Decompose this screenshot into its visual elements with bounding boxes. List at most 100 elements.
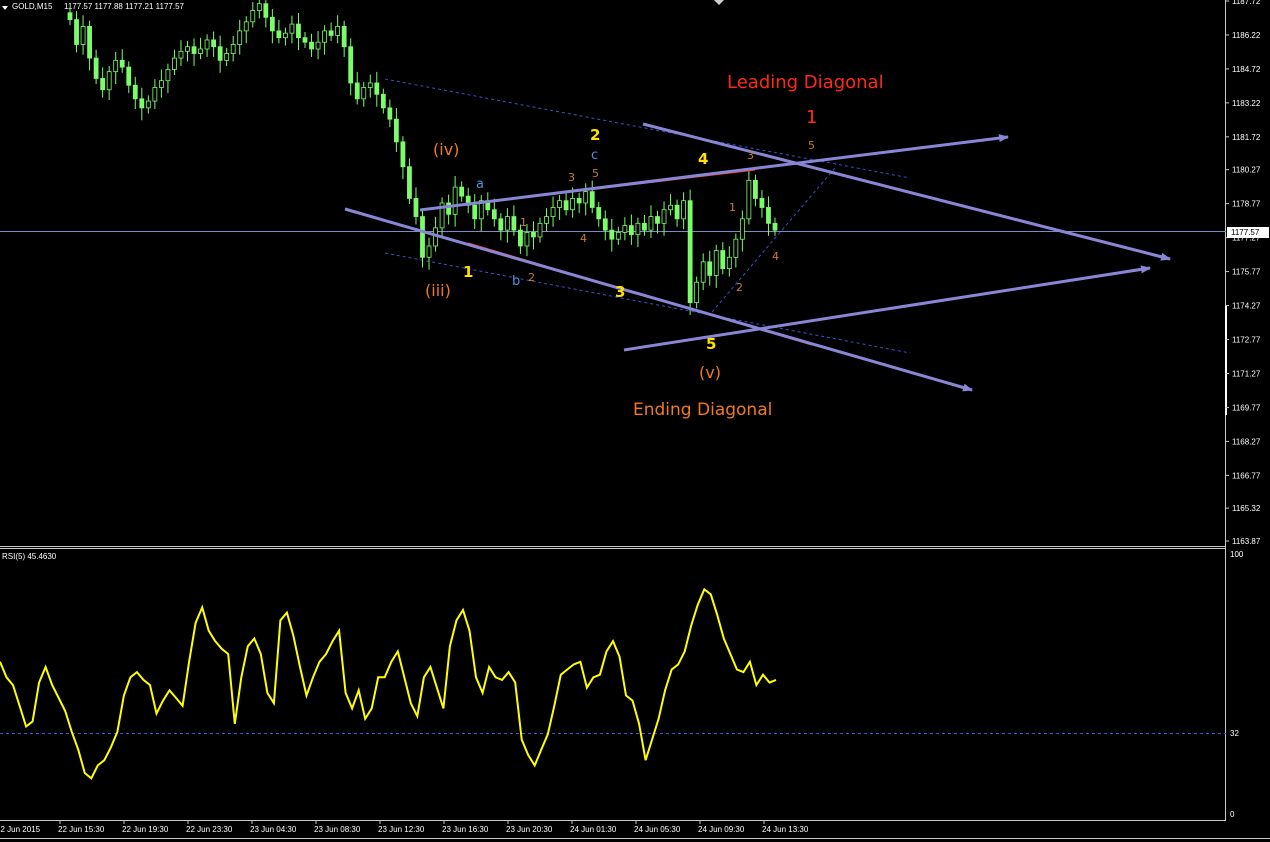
candle-body <box>269 16 275 32</box>
time-tick-label: 24 Jun 01:30 <box>570 825 617 834</box>
candle-body <box>713 250 719 276</box>
candle-body <box>335 25 341 36</box>
candle-body <box>380 93 386 109</box>
candle-body <box>400 141 406 168</box>
price-tick-label: 1169.77 <box>1232 403 1261 412</box>
price-tick-label: 1171.27 <box>1232 369 1261 378</box>
candle-body <box>185 46 190 52</box>
sub-wave-1-label: 1 <box>520 216 527 229</box>
candle-body <box>283 32 288 39</box>
lead-sub-wave-1-label: 1 <box>729 201 736 214</box>
time-tick-label: 24 Jun 13:30 <box>762 825 809 834</box>
candle-body <box>87 25 92 59</box>
candle-body <box>152 87 158 102</box>
candle-body <box>772 222 778 231</box>
candle-body <box>393 118 399 143</box>
leading-diagonal-label: Leading Diagonal <box>727 72 884 93</box>
lead-sub-wave-4-label: 4 <box>772 250 779 263</box>
candle-body <box>80 25 86 45</box>
price-tick-label: 1175.77 <box>1232 268 1261 277</box>
candle-body <box>491 209 497 220</box>
candle-body <box>211 39 217 48</box>
candle-body <box>739 218 745 240</box>
candle-body <box>106 71 112 91</box>
candle-body <box>374 82 380 95</box>
candle-body <box>746 179 752 220</box>
wave-v-label: (v) <box>699 363 721 382</box>
wave-y1-label: 1 <box>463 263 473 281</box>
candle-body <box>224 53 230 61</box>
candle-body <box>328 30 334 36</box>
candle-body <box>367 82 373 88</box>
sub-wave-2-label: 2 <box>528 271 535 284</box>
time-tick-label: 23 Jun 04:30 <box>250 825 297 834</box>
gold-chart[interactable]: GOLD,M15 1177.57 1177.88 1177.21 1177.57… <box>0 0 1270 842</box>
time-tick-label: 22 Jun 2015 <box>0 825 41 834</box>
candle-body <box>766 207 771 224</box>
price-tick-label: 1172.77 <box>1232 335 1261 344</box>
price-tick-label: 1163.87 <box>1232 537 1261 546</box>
upper-trend-arrow[interactable] <box>419 134 1009 212</box>
candle-body <box>158 80 164 88</box>
rsi-label: RSI(5) 45.4630 <box>2 552 57 561</box>
time-tick-label: 22 Jun 23:30 <box>186 825 233 834</box>
candle-body <box>237 30 243 45</box>
candle-body <box>172 57 177 70</box>
candle-body <box>67 12 73 20</box>
candle-body <box>609 229 615 240</box>
candle-body <box>165 68 171 82</box>
candle-body <box>145 100 151 109</box>
time-tick-label: 24 Jun 05:30 <box>634 825 681 834</box>
wave-c-label: c <box>591 148 598 163</box>
symbol-label: GOLD,M15 <box>12 2 53 11</box>
candle-body <box>178 50 184 59</box>
time-tick-label: 23 Jun 08:30 <box>314 825 361 834</box>
sub-wave-5-label: 5 <box>592 167 599 180</box>
candle-body <box>217 46 223 61</box>
candle-body <box>726 256 732 270</box>
candle-body <box>354 82 360 100</box>
candle-body <box>74 19 79 45</box>
price-tick-label: 1166.77 <box>1232 471 1261 480</box>
candle-body <box>753 179 758 199</box>
ending-diagonal-label: Ending Diagonal <box>633 400 772 420</box>
candle-body <box>550 207 556 217</box>
candle-body <box>426 245 432 258</box>
candle-body <box>263 3 269 18</box>
candle-body <box>100 78 106 91</box>
candle-body <box>537 222 543 238</box>
time-tick-label: 22 Jun 19:30 <box>122 825 169 834</box>
upper-dashed-channel <box>384 78 911 179</box>
time-axis: 22 Jun 2015 22 Jun 15:30 22 Jun 19:30 22 Ju… <box>0 820 809 834</box>
candle-body <box>322 30 327 43</box>
time-tick-label: 24 Jun 09:30 <box>698 825 745 834</box>
menu-triangle-icon[interactable] <box>2 6 8 10</box>
lead-sub-wave-3-label: 3 <box>747 149 754 162</box>
candle-body <box>720 250 726 270</box>
shift-marker-icon[interactable] <box>714 0 724 5</box>
time-tick-label: 22 Jun 15:30 <box>58 825 105 834</box>
candle-body <box>563 200 569 211</box>
price-tick-label: 1186.22 <box>1232 31 1261 40</box>
candle-body <box>348 46 354 84</box>
rsi-axis-32: 32 <box>1230 729 1239 738</box>
candle-body <box>361 87 367 100</box>
lead-sub-wave-2-label: 2 <box>736 281 743 294</box>
wave-y3-label: 3 <box>615 283 625 301</box>
rsi-axis-100: 100 <box>1230 550 1244 559</box>
ohlc-label: 1177.57 1177.88 1177.21 1177.57 <box>64 2 185 11</box>
rsi-line <box>0 587 777 780</box>
candle-body <box>119 59 125 68</box>
candle-body <box>498 218 504 231</box>
wave-y5-label: 5 <box>706 335 716 353</box>
price-tick-label: 1180.27 <box>1232 166 1261 175</box>
rsi-axis-0: 0 <box>1230 810 1235 819</box>
candle-body <box>132 84 138 100</box>
candle-body <box>341 25 347 48</box>
candle-body <box>504 216 510 231</box>
candle-body <box>661 209 667 224</box>
time-tick-label: 23 Jun 20:30 <box>506 825 553 834</box>
leading-wave-1-label: 1 <box>806 107 817 128</box>
candle-body <box>139 98 145 109</box>
leading-upper-arrow[interactable] <box>642 122 1171 261</box>
